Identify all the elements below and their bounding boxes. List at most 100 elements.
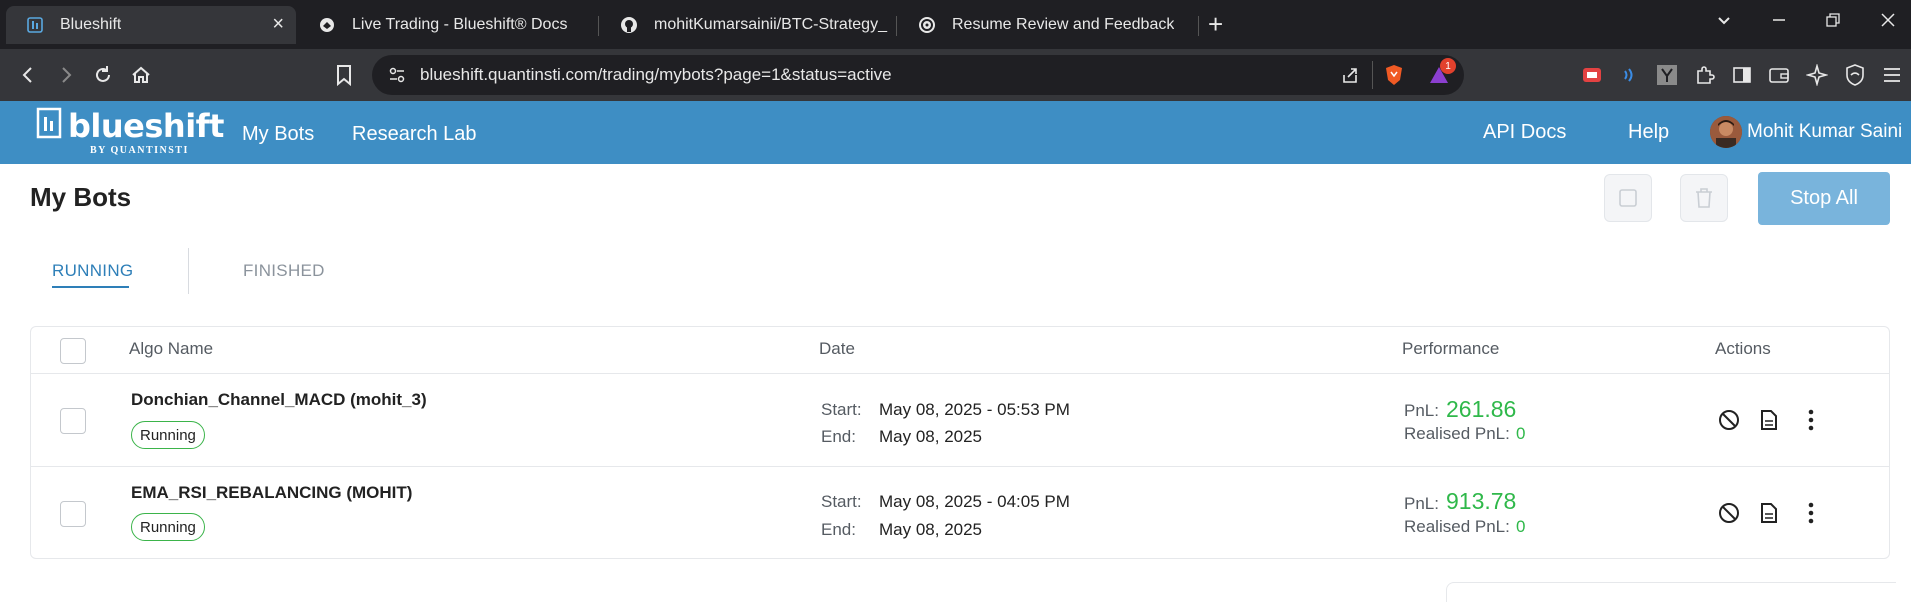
- address-bar[interactable]: blueshift.quantinsti.com/trading/mybots?…: [372, 55, 1464, 95]
- browser-tab-docs[interactable]: Live Trading - Blueshift® Docs: [298, 6, 598, 44]
- nav-help[interactable]: Help: [1628, 121, 1669, 144]
- tab-divider: [896, 16, 897, 36]
- notification-badge: 1: [1440, 58, 1456, 74]
- tab-divider: [188, 248, 189, 294]
- more-options-icon[interactable]: [1798, 407, 1824, 433]
- tab-divider: [598, 16, 599, 36]
- url-text: blueshift.quantinsti.com/trading/mybots?…: [420, 65, 892, 84]
- extension-wave-icon[interactable]: [1617, 63, 1641, 87]
- status-badge: Running: [131, 421, 205, 449]
- pnl-value: 913.78: [1446, 488, 1517, 514]
- row-checkbox[interactable]: [60, 408, 86, 434]
- github-icon: [620, 16, 638, 34]
- end-label: End:: [821, 520, 856, 539]
- column-header-actions: Actions: [1715, 339, 1771, 358]
- select-all-checkbox[interactable]: [60, 338, 86, 364]
- docs-icon: [318, 16, 336, 34]
- pnl-value: 261.86: [1446, 396, 1517, 422]
- realised-pnl-label: Realised PnL:: [1404, 517, 1510, 536]
- end-label: End:: [821, 427, 856, 446]
- page-title: My Bots: [30, 182, 132, 212]
- bookmark-icon[interactable]: [330, 61, 358, 89]
- omnibox-divider: [1372, 61, 1373, 89]
- extension-y-icon[interactable]: [1655, 63, 1679, 87]
- tab-search-chevron-icon[interactable]: [1716, 12, 1732, 33]
- pnl-label: PnL:: [1404, 401, 1439, 420]
- stop-bot-icon[interactable]: [1716, 407, 1742, 433]
- algo-name[interactable]: EMA_RSI_REBALANCING (MOHIT): [131, 483, 412, 503]
- tab-title: Blueshift: [60, 16, 122, 33]
- browser-toolbar: blueshift.quantinsti.com/trading/mybots?…: [0, 49, 1911, 101]
- realised-pnl-value: 0: [1516, 517, 1526, 536]
- sidebar-toggle-icon[interactable]: [1730, 63, 1754, 87]
- logo-mark-icon: [36, 107, 62, 139]
- logs-document-icon[interactable]: [1756, 407, 1782, 433]
- row-divider: [31, 466, 1889, 467]
- browser-tab-strip: Blueshift × Live Trading - Blueshift® Do…: [0, 0, 1911, 49]
- wallet-icon[interactable]: [1767, 63, 1791, 87]
- tab-title: mohitKumarsainii/BTC-Strategy_usin: [654, 16, 888, 33]
- algo-name[interactable]: Donchian_Channel_MACD (mohit_3): [131, 390, 427, 410]
- brave-shield-icon[interactable]: [1384, 64, 1404, 91]
- logo-byline: BY QUANTINSTI: [90, 145, 189, 156]
- realised-pnl-label: Realised PnL:: [1404, 424, 1510, 443]
- logo-wordmark: blueshift: [68, 107, 224, 145]
- delete-selected-button[interactable]: [1680, 174, 1728, 222]
- nav-my-bots[interactable]: My Bots: [242, 123, 314, 146]
- trash-icon: [1696, 188, 1712, 208]
- square-icon: [1619, 189, 1637, 207]
- home-icon[interactable]: [127, 61, 155, 89]
- app-header: blueshift BY QUANTINSTI My Bots Research…: [0, 101, 1911, 164]
- active-tab-indicator: [52, 286, 129, 288]
- floating-panel-edge: [1446, 582, 1896, 602]
- tab-finished[interactable]: FINISHED: [243, 261, 325, 281]
- close-window-icon[interactable]: [1880, 12, 1896, 33]
- tab-divider: [1198, 16, 1199, 36]
- minimize-icon[interactable]: [1771, 12, 1787, 33]
- avatar[interactable]: [1710, 116, 1742, 148]
- logs-document-icon[interactable]: [1756, 500, 1782, 526]
- back-arrow-icon[interactable]: [14, 61, 42, 89]
- reload-icon[interactable]: [89, 61, 117, 89]
- browser-tab-github[interactable]: mohitKumarsainii/BTC-Strategy_usin: [600, 6, 890, 44]
- extensions-puzzle-icon[interactable]: [1693, 63, 1717, 87]
- tab-title: Live Trading - Blueshift® Docs: [352, 16, 568, 33]
- row-checkbox[interactable]: [60, 501, 86, 527]
- column-header-date: Date: [819, 339, 855, 358]
- forward-arrow-icon[interactable]: [52, 61, 80, 89]
- column-header-performance: Performance: [1402, 339, 1500, 358]
- site-settings-icon[interactable]: [388, 66, 406, 89]
- nav-api-docs[interactable]: API Docs: [1483, 121, 1566, 144]
- restore-icon[interactable]: [1825, 12, 1841, 33]
- openai-icon: [918, 16, 936, 34]
- realised-pnl-value: 0: [1516, 424, 1526, 443]
- extension-red-icon[interactable]: [1580, 63, 1604, 87]
- browser-tab-blueshift[interactable]: Blueshift ×: [6, 6, 296, 44]
- end-date: May 08, 2025: [879, 520, 983, 539]
- header-divider: [31, 373, 1889, 374]
- pnl-label: PnL:: [1404, 494, 1439, 513]
- more-options-icon[interactable]: [1798, 500, 1824, 526]
- start-label: Start:: [821, 400, 862, 419]
- start-label: Start:: [821, 492, 862, 511]
- stop-all-button[interactable]: Stop All: [1758, 172, 1890, 225]
- tab-running[interactable]: RUNNING: [52, 261, 133, 281]
- new-tab-button[interactable]: +: [1208, 10, 1223, 38]
- nav-research-lab[interactable]: Research Lab: [352, 123, 477, 146]
- vpn-icon[interactable]: [1843, 63, 1867, 87]
- close-tab-icon[interactable]: ×: [272, 14, 284, 34]
- start-date: May 08, 2025 - 05:53 PM: [879, 400, 1070, 419]
- browser-tab-resume[interactable]: Resume Review and Feedback: [898, 6, 1198, 44]
- status-badge: Running: [131, 513, 205, 541]
- end-date: May 08, 2025: [879, 427, 983, 446]
- tab-title: Resume Review and Feedback: [952, 16, 1175, 33]
- start-date: May 08, 2025 - 04:05 PM: [879, 492, 1070, 511]
- stop-bot-icon[interactable]: [1716, 500, 1742, 526]
- column-header-algo-name: Algo Name: [129, 339, 214, 358]
- user-name[interactable]: Mohit Kumar Saini: [1747, 121, 1902, 143]
- blueshift-icon: [26, 16, 44, 34]
- stop-selected-button[interactable]: [1604, 174, 1652, 222]
- menu-icon[interactable]: [1880, 63, 1904, 87]
- leo-ai-icon[interactable]: [1805, 63, 1829, 87]
- share-icon[interactable]: [1340, 65, 1360, 90]
